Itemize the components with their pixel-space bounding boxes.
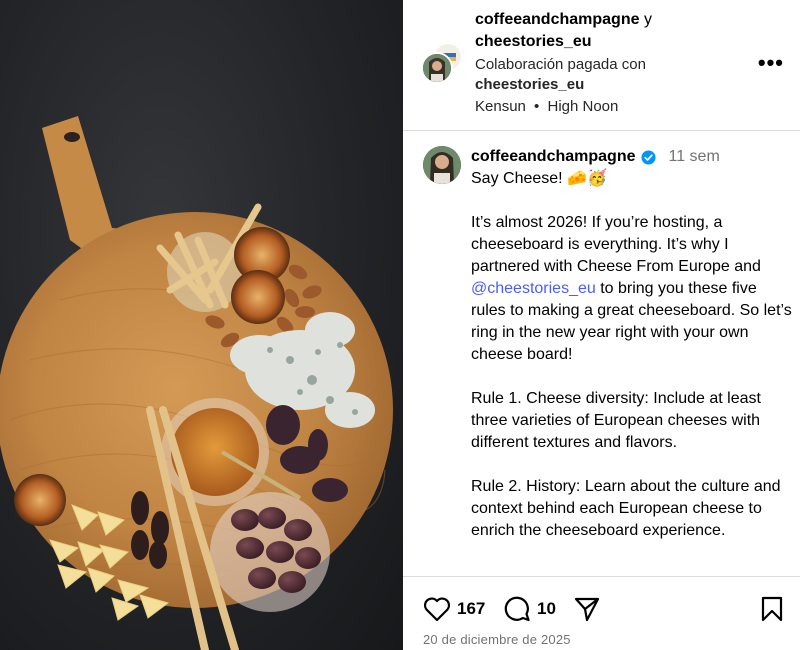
more-options-button[interactable]: ••• [758, 50, 784, 76]
action-bar: 167 10 20 de diciembre de 2025 [403, 576, 800, 650]
share-action[interactable] [573, 595, 601, 623]
paid-partnership-label: Colaboración pagada con [475, 56, 646, 73]
collab-avatars[interactable] [421, 42, 465, 86]
audio-title[interactable]: High Noon [547, 98, 618, 115]
audio-separator: • [534, 98, 540, 115]
post-date[interactable]: 20 de diciembre de 2025 [423, 632, 571, 647]
share-send-icon[interactable] [573, 595, 601, 623]
comment-action[interactable]: 10 [503, 595, 556, 623]
caption-paragraph-3: Rule 2. History: Learn about the culture… [471, 478, 781, 539]
person-photo-icon [423, 54, 451, 82]
post-panel: coffeeandchampagne y cheestories_eu Cola… [403, 0, 800, 650]
post-time-ago[interactable]: 11 sem [668, 146, 719, 168]
paid-partner-link[interactable]: cheestories_eu [475, 75, 755, 95]
post-header-text: coffeeandchampagne y cheestories_eu Cola… [475, 9, 755, 117]
author-username[interactable]: coffeeandchampagne [475, 11, 639, 28]
comment-count[interactable]: 10 [537, 599, 556, 619]
audio-artist[interactable]: Kensun [475, 98, 526, 115]
mention-link[interactable]: @cheestories_eu [471, 280, 596, 297]
avatar-coffeeandchampagne[interactable] [421, 52, 453, 84]
caption-paragraph-2: Rule 1. Cheese diversity: Include at lea… [471, 390, 761, 451]
post-header: coffeeandchampagne y cheestories_eu Cola… [403, 0, 800, 131]
like-count[interactable]: 167 [457, 599, 485, 619]
save-action[interactable] [760, 595, 784, 623]
collab-conjunction: y [643, 11, 652, 28]
audio-info[interactable]: Kensun • High Noon [475, 97, 755, 117]
comment-icon[interactable] [503, 595, 531, 623]
bookmark-icon[interactable] [760, 595, 784, 623]
verified-badge-icon [641, 149, 657, 165]
collab-title: coffeeandchampagne y [475, 9, 755, 31]
caption-body: coffeeandchampagne 11 sem Say Cheese! 🧀🥳… [471, 146, 793, 542]
heart-icon[interactable] [423, 596, 451, 622]
caption-text: It’s almost 2026! If you’re hosting, a c… [471, 214, 761, 275]
like-action[interactable]: 167 [423, 595, 485, 623]
caption-username[interactable]: coffeeandchampagne [471, 146, 635, 168]
caption-avatar[interactable] [423, 146, 461, 184]
collab-username[interactable]: cheestories_eu [475, 31, 755, 53]
cheeseboard-image [0, 116, 393, 650]
person-photo-icon [423, 146, 461, 184]
post-photo[interactable] [0, 0, 403, 650]
caption-paragraph-1: It’s almost 2026! If you’re hosting, a c… [471, 212, 793, 366]
caption-line-1: Say Cheese! 🧀🥳 [471, 170, 607, 187]
post-caption: coffeeandchampagne 11 sem Say Cheese! 🧀🥳… [403, 132, 800, 576]
caption-header: coffeeandchampagne 11 sem [471, 146, 793, 168]
